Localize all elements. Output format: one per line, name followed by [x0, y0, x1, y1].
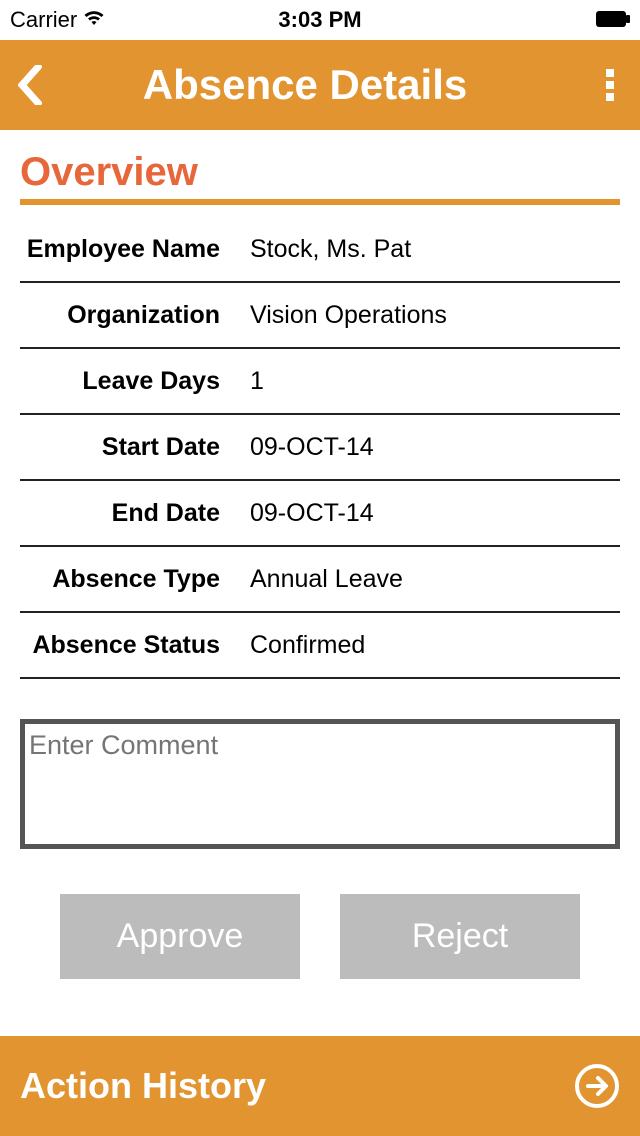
field-row: Absence TypeAnnual Leave [20, 547, 620, 613]
footer-label: Action History [20, 1065, 266, 1107]
field-label: Absence Status [20, 631, 240, 660]
status-right [596, 7, 630, 33]
field-label: Employee Name [20, 235, 240, 264]
field-value: Annual Leave [240, 565, 620, 594]
status-left: Carrier [10, 7, 105, 33]
field-row: Employee NameStock, Ms. Pat [20, 217, 620, 283]
menu-button[interactable] [580, 40, 640, 130]
footer-action-history[interactable]: Action History [0, 1036, 640, 1136]
battery-icon [596, 7, 630, 33]
arrow-right-circle-icon [574, 1063, 620, 1109]
kebab-menu-icon [605, 65, 615, 105]
field-row: End Date09-OCT-14 [20, 481, 620, 547]
field-label: Absence Type [20, 565, 240, 594]
field-value: 09-OCT-14 [240, 433, 620, 462]
status-bar: Carrier 3:03 PM [0, 0, 640, 40]
field-label: Organization [20, 301, 240, 330]
wifi-icon [83, 7, 105, 33]
comment-input[interactable] [25, 724, 615, 844]
app-header: Absence Details [0, 40, 640, 130]
section-title: Overview [20, 150, 620, 205]
field-row: Absence StatusConfirmed [20, 613, 620, 679]
field-value: Confirmed [240, 631, 620, 660]
field-value: 1 [240, 367, 620, 396]
field-row: OrganizationVision Operations [20, 283, 620, 349]
field-value: Vision Operations [240, 301, 620, 330]
field-label: Leave Days [20, 367, 240, 396]
field-value: 09-OCT-14 [240, 499, 620, 528]
content-area: Overview Employee NameStock, Ms. PatOrga… [0, 130, 640, 679]
carrier-label: Carrier [10, 7, 77, 33]
field-value: Stock, Ms. Pat [240, 235, 620, 264]
status-time: 3:03 PM [278, 7, 361, 33]
field-label: Start Date [20, 433, 240, 462]
approve-button[interactable]: Approve [60, 894, 300, 979]
field-row: Start Date09-OCT-14 [20, 415, 620, 481]
page-title: Absence Details [30, 61, 580, 109]
action-buttons: Approve Reject [0, 894, 640, 979]
comment-box [20, 719, 620, 849]
field-row: Leave Days1 [20, 349, 620, 415]
field-label: End Date [20, 499, 240, 528]
reject-button[interactable]: Reject [340, 894, 580, 979]
